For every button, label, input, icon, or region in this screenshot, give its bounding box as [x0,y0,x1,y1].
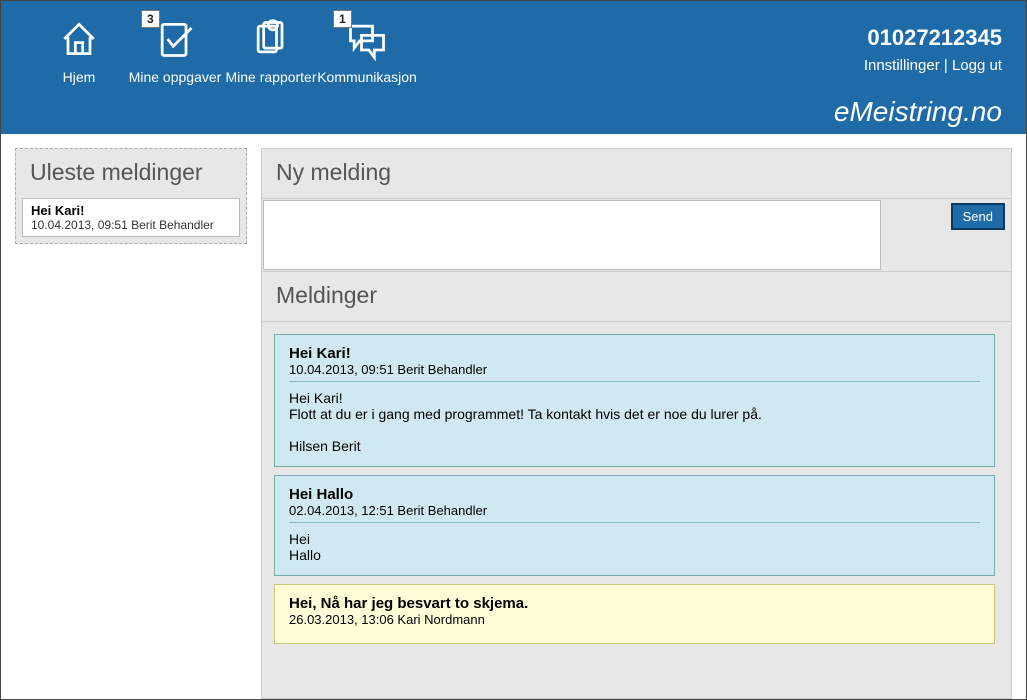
unread-panel-title: Uleste meldinger [16,149,246,198]
send-button[interactable]: Send [951,203,1005,230]
message-meta: 26.03.2013, 13:06 Kari Nordmann [289,612,980,627]
nav-tasks-label: Mine oppgaver [129,69,222,85]
compose-title: Ny melding [262,149,1011,198]
unread-item-meta: 10.04.2013, 09:51 Berit Behandler [31,218,231,232]
nav-comm[interactable]: 1 Kommunikasjon [319,15,415,85]
messages-panel-header: Meldinger [261,272,1012,322]
unread-panel: Uleste meldinger Hei Kari! 10.04.2013, 0… [15,148,247,244]
messages-scroll[interactable]: Hei Kari! 10.04.2013, 09:51 Berit Behand… [274,334,999,686]
compose-textarea[interactable] [263,200,881,270]
header-links: Innstillinger | Logg ut [864,57,1002,74]
compose-row: Send [261,199,1012,272]
unread-item[interactable]: Hei Kari! 10.04.2013, 09:51 Berit Behand… [22,198,240,237]
nav-comm-label: Kommunikasjon [317,69,417,85]
messages-panel: Hei Kari! 10.04.2013, 09:51 Berit Behand… [261,322,1012,699]
content-area: Ny melding Send Meldinger Hei Kari! 10.0… [261,148,1012,699]
message-subject: Hei Hallo [289,486,980,503]
message-body: Hei Kari! Flott at du er i gang med prog… [289,390,980,454]
nav-reports[interactable]: Mine rapporter [223,15,319,85]
brand-logo: eMeistring.no [834,96,1002,128]
message-divider [289,381,980,382]
nav-comm-badge: 1 [333,10,352,28]
message-item[interactable]: Hei Kari! 10.04.2013, 09:51 Berit Behand… [274,334,995,467]
nav-tasks-badge: 3 [141,10,160,28]
messages-title: Meldinger [262,272,1011,321]
header-right: 01027212345 Innstillinger | Logg ut [864,25,1002,74]
compose-panel: Ny melding [261,148,1012,199]
main-area: Uleste meldinger Hei Kari! 10.04.2013, 0… [1,134,1026,699]
message-meta: 02.04.2013, 12:51 Berit Behandler [289,503,980,518]
message-body: Hei Hallo [289,531,980,563]
logout-link[interactable]: Logg ut [952,57,1002,74]
message-meta: 10.04.2013, 09:51 Berit Behandler [289,362,980,377]
message-item[interactable]: Hei Hallo 02.04.2013, 12:51 Berit Behand… [274,475,995,576]
message-subject: Hei, Nå har jeg besvart to skjema. [289,595,980,612]
message-divider [289,522,980,523]
settings-link[interactable]: Innstillinger [864,57,940,74]
user-id: 01027212345 [864,25,1002,51]
compose-side: Send [881,199,1011,271]
nav-tasks[interactable]: 3 Mine oppgaver [127,15,223,85]
reports-icon [249,15,293,63]
message-subject: Hei Kari! [289,345,980,362]
nav-home[interactable]: Hjem [31,15,127,85]
nav-reports-label: Mine rapporter [225,69,316,85]
home-icon [57,15,101,63]
message-item[interactable]: Hei, Nå har jeg besvart to skjema. 26.03… [274,584,995,644]
unread-item-subject: Hei Kari! [31,203,231,218]
sidebar: Uleste meldinger Hei Kari! 10.04.2013, 0… [15,148,247,699]
top-bar: Hjem 3 Mine oppgaver Mine rapporter 1 Ko… [1,1,1026,134]
nav-home-label: Hjem [63,69,96,85]
